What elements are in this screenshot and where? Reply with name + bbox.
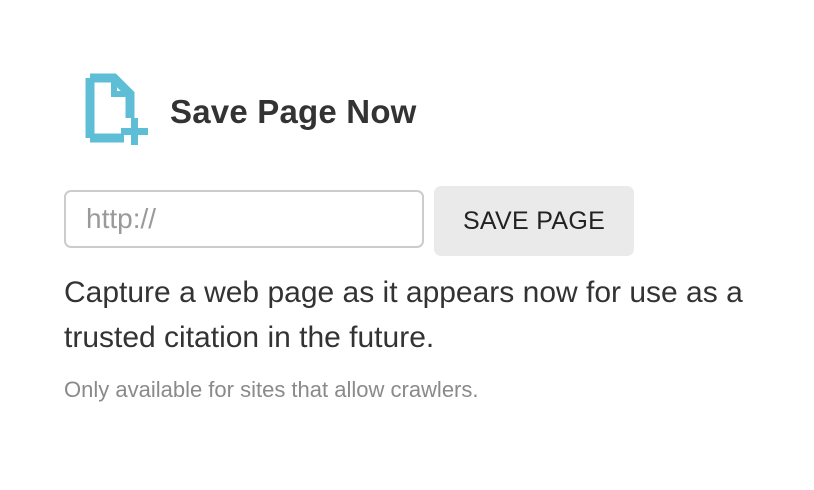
save-page-button[interactable]: SAVE PAGE	[434, 186, 634, 256]
save-page-now-header: Save Page Now	[84, 72, 417, 148]
availability-note: Only available for sites that allow craw…	[64, 377, 479, 402]
add-document-icon	[84, 72, 150, 148]
page-title: Save Page Now	[170, 92, 417, 130]
url-input[interactable]	[64, 190, 424, 248]
description-text: Capture a web page as it appears now for…	[64, 276, 743, 354]
